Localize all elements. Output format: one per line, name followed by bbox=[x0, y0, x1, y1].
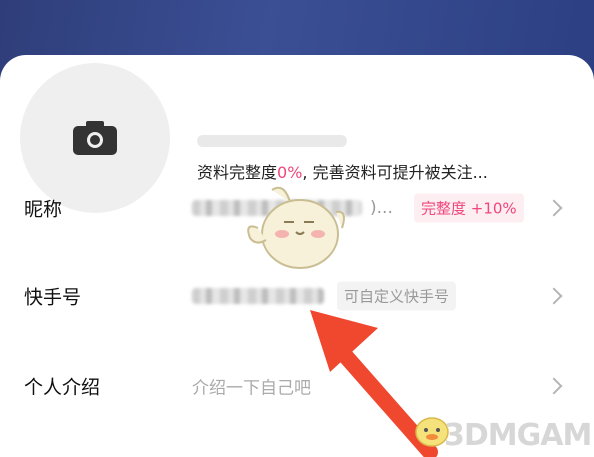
watermark-text: 3DMGAME bbox=[444, 418, 594, 453]
username-placeholder-bar bbox=[197, 135, 347, 147]
camera-icon bbox=[73, 121, 117, 155]
watermark: 3DMGAME bbox=[410, 400, 594, 457]
completeness-bonus-badge: 完整度 +10% bbox=[414, 193, 524, 223]
mascot-sticker bbox=[247, 186, 345, 269]
chevron-right-icon bbox=[545, 199, 563, 217]
kuaishou-id-label: 快手号 bbox=[24, 286, 82, 309]
chevron-right-icon bbox=[545, 377, 563, 395]
nickname-value-suffix: )... bbox=[370, 198, 393, 218]
bio-label: 个人介绍 bbox=[24, 376, 101, 399]
chevron-right-icon bbox=[545, 287, 563, 305]
nickname-label: 昵称 bbox=[24, 198, 63, 221]
bio-placeholder: 介绍一下自己吧 bbox=[192, 378, 311, 399]
